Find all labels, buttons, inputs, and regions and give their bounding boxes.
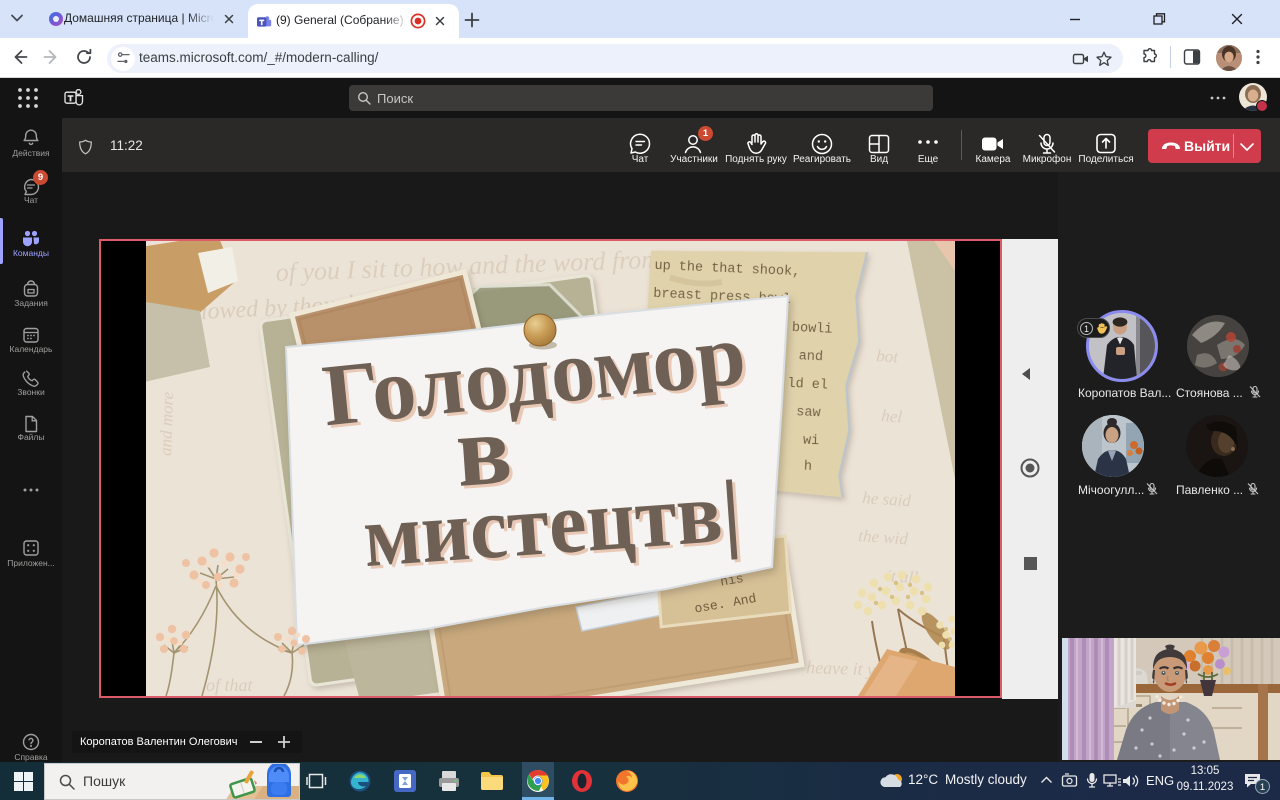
svg-text:the wid: the wid: [858, 526, 909, 548]
svg-text:ld el: ld el: [787, 377, 828, 394]
svg-text:wi: wi: [803, 434, 820, 450]
svg-text:hel: hel: [881, 406, 903, 426]
svg-text:of that: of that: [206, 675, 254, 695]
svg-text:bot: bot: [876, 346, 900, 367]
svg-text:h: h: [804, 460, 813, 475]
svg-text:and more: and more: [156, 391, 177, 456]
svg-text:and: and: [798, 349, 823, 365]
svg-text:bowli: bowli: [792, 321, 833, 338]
svg-text:he said: he said: [862, 488, 912, 510]
svg-text:saw: saw: [796, 405, 821, 421]
